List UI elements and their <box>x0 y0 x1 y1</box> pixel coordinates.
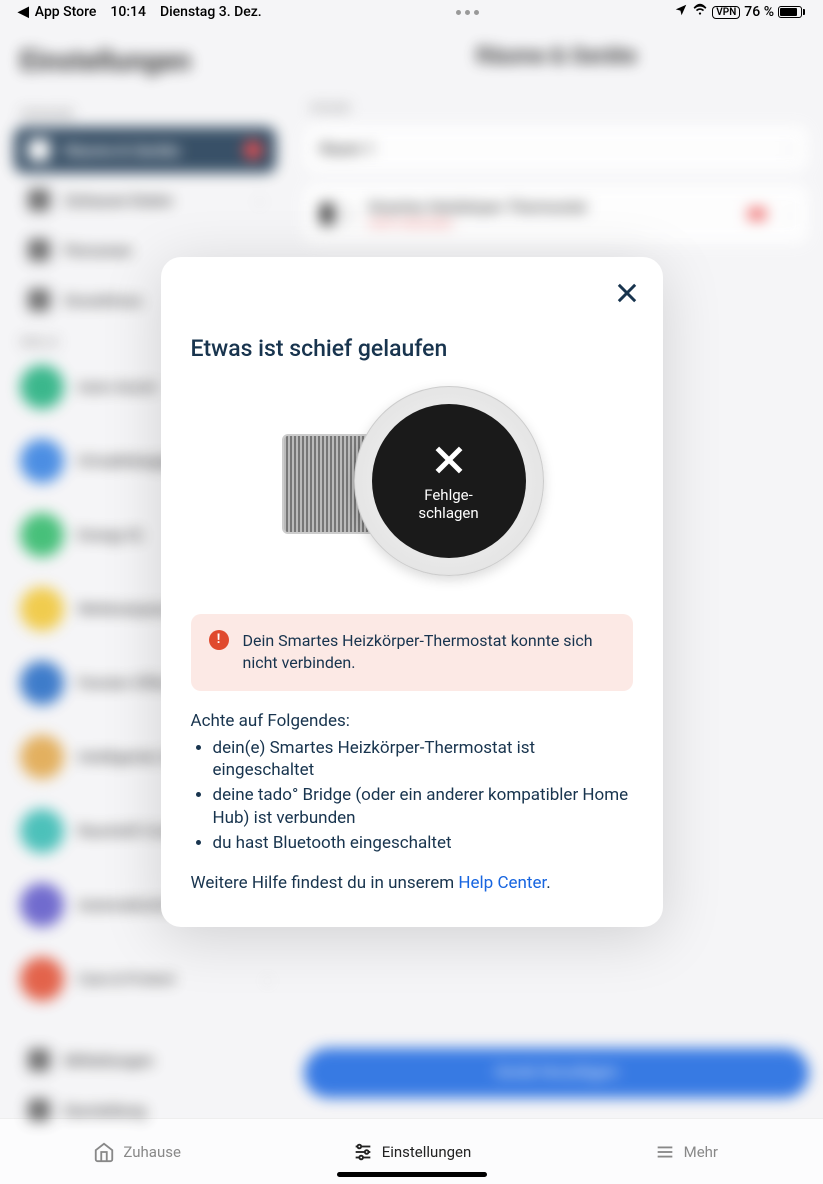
close-icon <box>613 279 641 307</box>
help-center-link[interactable]: Help Center <box>458 873 546 893</box>
hint-item: du hast Bluetooth eingeschaltet <box>213 832 633 855</box>
alert-box: ! Dein Smartes Heizkörper-Thermostat kon… <box>191 614 633 691</box>
help-line: Weitere Hilfe findest du in unserem Help… <box>191 873 633 893</box>
device-status-text: Fehlge- schlagen <box>418 486 478 522</box>
close-button[interactable] <box>613 279 641 311</box>
alert-icon: ! <box>209 630 229 650</box>
device-illustration: Fehlge- schlagen <box>191 386 633 586</box>
help-suffix: . <box>546 873 550 893</box>
hint-list: dein(e) Smartes Heizkörper-Thermostat is… <box>191 737 633 856</box>
hint-title: Achte auf Folgendes: <box>191 711 633 731</box>
modal-title: Etwas ist schief gelaufen <box>191 335 633 362</box>
alert-text: Dein Smartes Heizkörper-Thermostat konnt… <box>243 630 615 675</box>
hint-item: dein(e) Smartes Heizkörper-Thermostat is… <box>213 737 633 783</box>
x-icon <box>429 440 469 480</box>
modal-backdrop: Etwas ist schief gelaufen Fehlge- schlag… <box>0 0 823 1184</box>
error-modal: Etwas ist schief gelaufen Fehlge- schlag… <box>161 257 663 927</box>
help-prefix: Weitere Hilfe findest du in unserem <box>191 873 459 893</box>
hint-item: deine tado° Bridge (oder ein anderer kom… <box>213 784 633 830</box>
